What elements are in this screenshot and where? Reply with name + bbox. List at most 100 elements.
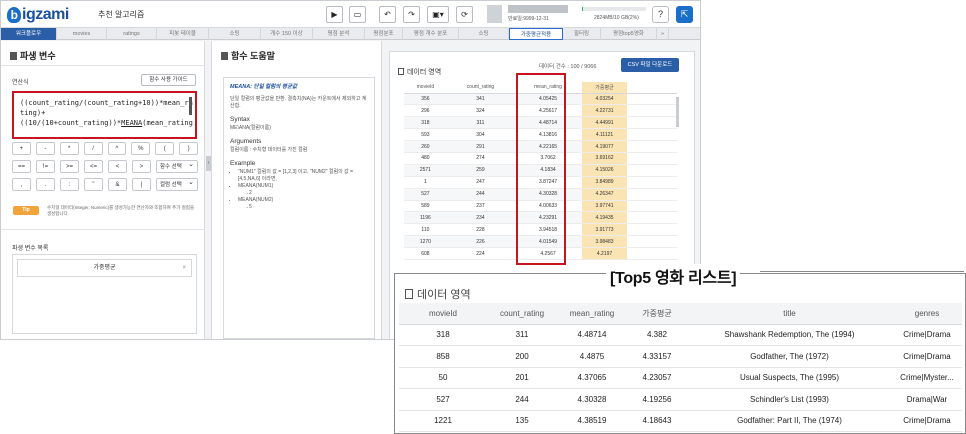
table-cell-empty (627, 104, 677, 118)
key-ampersand[interactable]: & (108, 178, 127, 191)
table-cell: 244 (446, 188, 515, 201)
table-cell-empty (627, 247, 677, 260)
tab-pivot-table[interactable]: 피봇 테이블 (157, 28, 209, 40)
table-cell: 318 (404, 116, 447, 130)
table-cell: Crime|Drama (892, 324, 962, 346)
table-cell: 4.18643 (627, 410, 687, 432)
undo-icon[interactable]: ↶ (379, 6, 396, 23)
table-cell: 296 (404, 104, 447, 118)
key-period[interactable]: . (36, 178, 55, 191)
table-cell: 226 (446, 235, 515, 249)
key-open-paren[interactable]: ( (155, 142, 175, 155)
example-label: Example (230, 160, 256, 167)
tab-rating-count-distribution[interactable]: 평점 개수 분포 (403, 28, 459, 40)
table-cell: Shawshank Redemption, The (1994) (687, 324, 892, 346)
tab-filtering[interactable]: 필터링 (563, 28, 601, 40)
screen-icon[interactable]: ▭ (349, 6, 366, 23)
table-cell: 3.69162 (582, 152, 627, 165)
logo: b igzami (7, 6, 69, 24)
tab-top5-movies[interactable]: 평점top5영화 (601, 28, 657, 40)
key-minus[interactable]: - (35, 142, 55, 155)
key-lte[interactable]: <= (84, 160, 103, 173)
save-dropdown-button[interactable]: ▣▾ (427, 6, 449, 23)
table-cell-empty (627, 93, 677, 106)
column-header[interactable]: movieId (404, 82, 447, 94)
key-close-paren[interactable]: ) (179, 142, 198, 155)
key-plus[interactable]: + (12, 142, 31, 155)
table-cell: 3.97741 (582, 200, 627, 213)
tab-movies[interactable]: movies (57, 28, 107, 40)
tab-rating-distribution[interactable]: 평점분포 (365, 28, 403, 40)
syntax-label: Syntax (230, 116, 250, 123)
function-guide-button[interactable]: 함수 사용 가이드 (141, 74, 196, 86)
column-header-weighted[interactable]: 가중평균 (582, 82, 627, 94)
table-cell: 110 (404, 223, 447, 237)
divider (1, 229, 205, 230)
tab-sorting-2[interactable]: 소팅 (459, 28, 509, 40)
table-cell-empty (627, 140, 677, 153)
table-cell: 291 (446, 140, 515, 153)
table-cell: 341 (446, 93, 515, 106)
tab-ratings[interactable]: ratings (107, 28, 157, 40)
column-header[interactable]: count_rating (487, 303, 557, 325)
table-row[interactable]: 527 244 4.30328 4.19256 Schindler's List (19… (399, 388, 962, 411)
tab-rating-analysis[interactable]: 평점 분석 (313, 28, 365, 40)
storage-text: 2824MB/10 GB(2%) (594, 15, 639, 21)
share-button[interactable]: ⇱ (676, 6, 693, 23)
key-percent[interactable]: % (131, 142, 151, 155)
formula-editor[interactable]: ((count_rating/(count_rating+10))*mean_r… (12, 91, 197, 139)
tab-bar: 워크플로우 movies ratings 피봇 테이블 소팅 개수 150 이상… (1, 28, 700, 40)
tab-count-over-150[interactable]: 개수 150 이상 (261, 28, 313, 40)
column-header[interactable]: mean_rating (557, 303, 627, 325)
key-colon[interactable]: : (60, 178, 79, 191)
csv-download-button[interactable]: CSV 파일 다운로드 (621, 58, 679, 72)
derived-variable-item[interactable]: 가중평균 × (17, 259, 192, 277)
table-row[interactable]: 1221 135 4.38519 4.18643 Godfather: Part II,… (399, 410, 962, 432)
tab-weighted-average[interactable]: 가중평균적용 (509, 28, 563, 40)
table-row[interactable]: 50 201 4.37065 4.23057 Usual Suspects, The (… (399, 367, 962, 389)
function-select[interactable]: 함수 선택 (156, 159, 198, 173)
redo-icon[interactable]: ↷ (403, 6, 420, 23)
column-header[interactable]: title (687, 303, 892, 325)
tab-sorting[interactable]: 소팅 (209, 28, 261, 40)
help-button[interactable]: ? (652, 6, 669, 23)
tab-workflow[interactable]: 워크플로우 (1, 28, 57, 40)
column-select[interactable]: 컬럼 선택 (156, 177, 198, 191)
table-cell: 50 (399, 367, 487, 389)
remove-icon[interactable]: × (182, 260, 186, 277)
syntax-text: ME\ANA(컬럼이름) (230, 125, 271, 131)
column-header[interactable]: count_rating (446, 82, 515, 94)
key-power[interactable]: ^ (107, 142, 127, 155)
key-pipe[interactable]: | (132, 178, 151, 191)
table-scrollbar[interactable] (676, 97, 679, 127)
editor-scrollbar[interactable] (189, 97, 192, 115)
key-multiply[interactable]: * (59, 142, 79, 155)
run-button[interactable]: ▶ (326, 6, 343, 23)
table-cell-empty (627, 116, 677, 130)
table-row[interactable]: 858 200 4.4875 4.33157 Godfather, The (1972)… (399, 345, 962, 368)
key-divide[interactable]: / (83, 142, 103, 155)
key-comma[interactable]: , (12, 178, 31, 191)
avatar[interactable] (487, 5, 502, 23)
table-row[interactable]: 318 311 4.48714 4.382 Shawshank Redemption, … (399, 324, 962, 346)
logo-text: igzami (22, 6, 69, 23)
table-cell: 356 (404, 93, 447, 106)
key-gt[interactable]: > (132, 160, 151, 173)
table-cell-empty (627, 188, 677, 201)
key-gte[interactable]: >= (60, 160, 79, 173)
table-cell: Crime|Drama (892, 345, 962, 368)
expiry-date: 만료일:9999-12-31 (508, 16, 549, 22)
refresh-icon[interactable]: ⟳ (456, 6, 473, 23)
table-cell-empty (627, 200, 677, 213)
column-header[interactable]: movieId (399, 303, 487, 325)
panel-icon (221, 52, 228, 60)
key-not-equal[interactable]: != (36, 160, 55, 173)
table-cell: 260 (404, 140, 447, 153)
column-header[interactable]: genres (892, 303, 962, 325)
column-header[interactable]: 가중평균 (627, 303, 687, 325)
key-equal[interactable]: == (12, 160, 31, 173)
derived-variable-title: 파생 변수 (10, 49, 56, 62)
tab-more-icon[interactable]: » (657, 28, 669, 40)
key-lt[interactable]: < (108, 160, 127, 173)
key-quote[interactable]: " (84, 178, 103, 191)
